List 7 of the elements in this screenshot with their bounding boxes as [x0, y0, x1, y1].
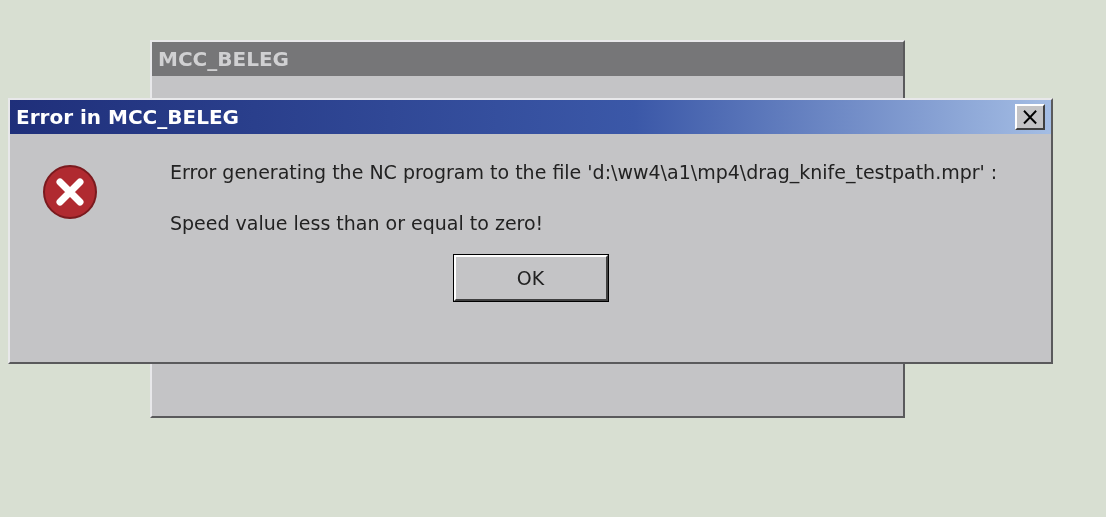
- close-button[interactable]: ×: [1015, 104, 1045, 130]
- window-title: Error in MCC_BELEG: [16, 104, 239, 131]
- ok-button[interactable]: OK: [453, 255, 608, 301]
- message-text: Speed value less than or equal to zero!: [170, 210, 545, 236]
- error-icon: [42, 164, 98, 220]
- window-title: MCC_BELEG: [158, 46, 289, 73]
- message-text: Error generating the NC program to the file 'd:\ww4\a1\mp4\drag_knife_testpath.mpr' :: [170, 160, 998, 186]
